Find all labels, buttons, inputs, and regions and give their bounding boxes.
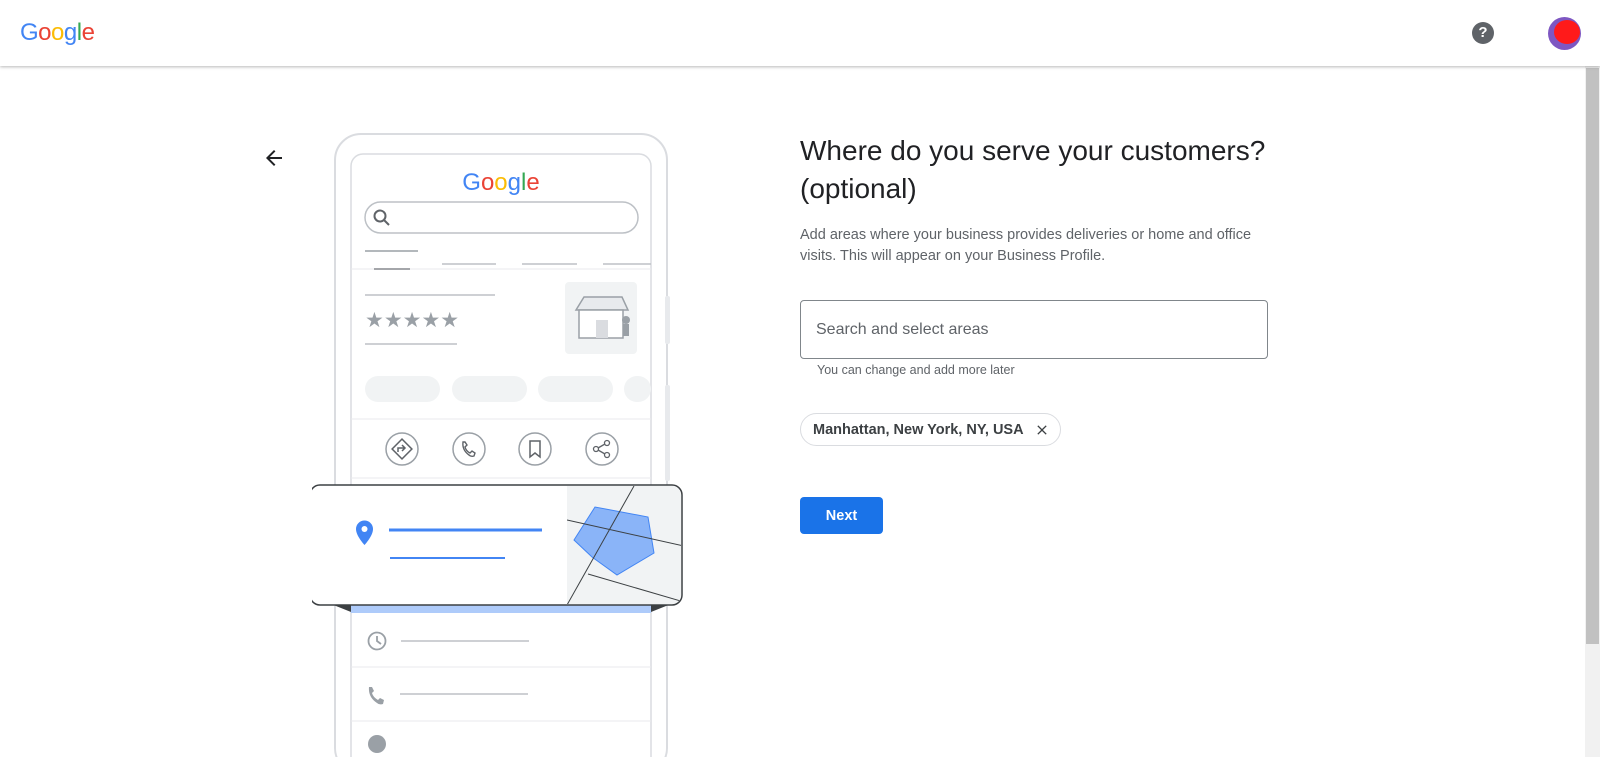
- close-icon[interactable]: [1034, 422, 1050, 438]
- account-avatar[interactable]: [1548, 17, 1581, 50]
- arrow-back-icon: [266, 150, 282, 166]
- scrollbar-thumb[interactable]: [1586, 68, 1599, 644]
- next-button[interactable]: Next: [800, 497, 883, 534]
- rating-stars: ★★★★★: [365, 308, 459, 332]
- logo-letter: e: [81, 19, 95, 46]
- phone-logo-letter: G: [462, 169, 481, 196]
- phone-call-icon: [452, 432, 486, 466]
- logo-letter: g: [63, 19, 77, 46]
- service-area-map: [567, 486, 681, 604]
- area-search-field[interactable]: [800, 300, 1268, 359]
- top-app-bar: Google ?: [0, 0, 1600, 66]
- logo-letter: o: [38, 19, 52, 46]
- page-scrollbar[interactable]: [1585, 66, 1600, 757]
- globe-icon: [368, 735, 386, 753]
- bookmark-icon: [518, 432, 552, 466]
- phone-side-button: [665, 296, 670, 344]
- phone-logo-letter: e: [526, 169, 539, 196]
- chip-label: Manhattan, New York, NY, USA: [813, 421, 1024, 438]
- phone-logo-letter: o: [494, 169, 507, 196]
- phone-search-bar: [364, 201, 639, 234]
- area-search-input[interactable]: [816, 301, 1256, 358]
- helper-text: You can change and add more later: [817, 363, 1015, 377]
- business-profile-illustration: Google ★★★★★: [309, 132, 688, 757]
- phone-chip: [365, 376, 440, 402]
- directions-icon: [385, 432, 419, 466]
- phone-google-logo: Google: [462, 169, 539, 196]
- page-description: Add areas where your business provides d…: [800, 227, 1252, 264]
- back-button[interactable]: [262, 146, 286, 170]
- logo-letter: G: [20, 19, 39, 46]
- page-title: Where do you serve your customers? (opti…: [800, 135, 1266, 204]
- share-icon: [585, 432, 619, 466]
- avatar-image: [1554, 20, 1580, 44]
- phone-chip: [538, 376, 613, 402]
- phone-logo-letter: o: [481, 169, 494, 196]
- phone-logo-letter: g: [508, 169, 521, 196]
- logo-letter: o: [51, 19, 64, 46]
- phone-side-button: [665, 385, 670, 481]
- phone-chip: [624, 376, 651, 402]
- help-icon[interactable]: ?: [1472, 22, 1494, 44]
- google-logo[interactable]: Google: [20, 19, 95, 47]
- phone-chip: [452, 376, 527, 402]
- service-area-chip[interactable]: Manhattan, New York, NY, USA: [800, 413, 1061, 446]
